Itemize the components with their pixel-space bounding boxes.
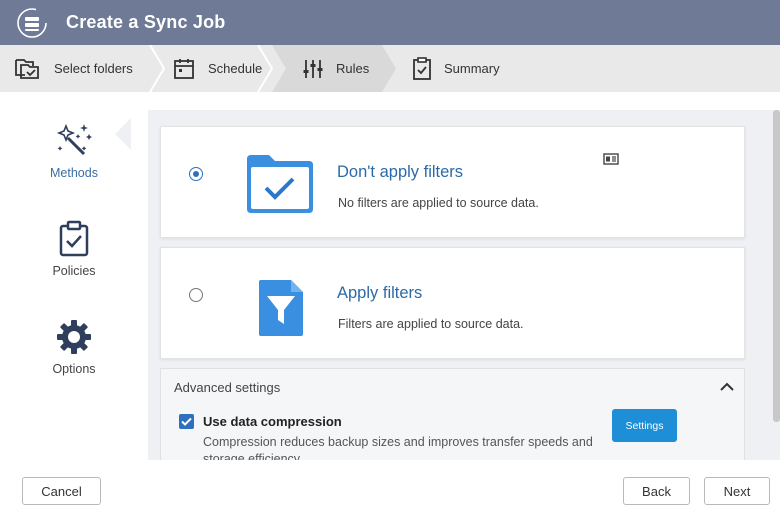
nav-label: Options [52, 362, 96, 376]
advanced-settings-title: Advanced settings [174, 380, 281, 395]
magic-wand-icon [56, 123, 92, 156]
info-card-icon[interactable] [603, 153, 619, 165]
cancel-button[interactable]: Cancel [22, 477, 101, 505]
option-title: Don't apply filters [337, 163, 464, 181]
clipboard-check-icon [59, 220, 89, 257]
window-title: Create a Sync Job [66, 12, 226, 32]
sliders-icon [303, 59, 323, 78]
step-schedule[interactable]: Schedule [172, 45, 262, 92]
radio-apply-filters[interactable] [189, 288, 203, 302]
wizard-steps: Select folders Schedule Rules Summary [0, 45, 780, 92]
step-summary[interactable]: Summary [412, 45, 500, 92]
nav-item-options[interactable]: Options [0, 318, 148, 376]
option-card-dont-apply-filters[interactable]: Don't apply filters No filters are appli… [160, 126, 745, 238]
next-button[interactable]: Next [704, 477, 770, 505]
nav-active-pointer [115, 118, 131, 150]
gear-icon [57, 320, 91, 354]
compression-label: Use data compression [203, 414, 342, 429]
option-description: No filters are applied to source data. [338, 196, 539, 210]
step-label: Select folders [54, 61, 133, 76]
option-card-apply-filters[interactable]: Apply filters Filters are applied to sou… [160, 247, 745, 359]
vertical-scrollbar[interactable] [773, 110, 780, 422]
title-bar: Create a Sync Job [0, 0, 780, 45]
sync-app-icon [17, 8, 47, 38]
clipboard-icon [413, 56, 431, 80]
back-button[interactable]: Back [623, 477, 690, 505]
step-select-folders[interactable]: Select folders [14, 45, 133, 92]
step-rules[interactable]: Rules [302, 45, 369, 92]
folder-check-icon [247, 155, 313, 213]
chevron-up-icon[interactable] [719, 381, 735, 393]
folders-icon [15, 58, 39, 79]
advanced-settings-panel: Advanced settings Use data compression C… [160, 368, 745, 468]
filter-icon [259, 280, 303, 336]
settings-button[interactable]: Settings [612, 409, 677, 442]
option-title: Apply filters [337, 284, 423, 302]
footer: Cancel Back Next [0, 460, 780, 516]
step-label: Summary [444, 61, 500, 76]
compression-checkbox[interactable] [179, 414, 194, 429]
option-description: Filters are applied to source data. [338, 317, 524, 331]
nav-label: Policies [52, 264, 96, 278]
step-label: Rules [336, 61, 370, 76]
checkmark-icon [181, 417, 192, 426]
nav-item-policies[interactable]: Policies [0, 220, 148, 278]
calendar-icon [174, 58, 194, 79]
nav-label: Methods [50, 166, 98, 180]
radio-dont-apply-filters[interactable] [189, 167, 203, 181]
step-label: Schedule [208, 61, 263, 76]
